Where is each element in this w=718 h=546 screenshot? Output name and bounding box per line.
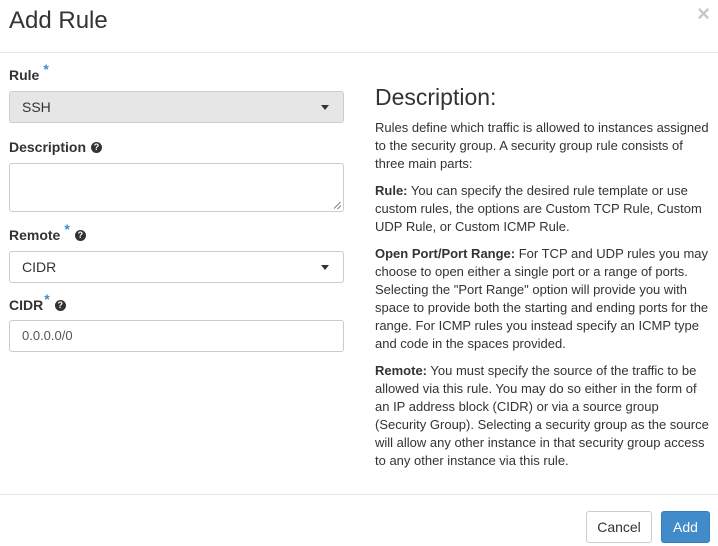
question-circle-icon[interactable]: ? [91,142,103,153]
question-circle-icon[interactable]: ? [54,300,66,311]
cidr-group: CIDR * ? 0.0.0.0/0 [9,291,344,352]
rule-label: Rule * [9,61,49,83]
required-mark: * [64,221,70,237]
remote-select-value: CIDR [22,259,57,275]
description-title: Description: [375,84,497,110]
close-icon[interactable]: × [697,3,710,25]
description-rule-paragraph: Rule: You can specify the desired rule t… [375,183,702,234]
rule-group: Rule * SSH [9,61,344,123]
question-circle-icon[interactable]: ? [74,230,86,241]
chevron-down-icon [321,265,329,270]
resize-grip-icon[interactable] [334,202,341,209]
description-group: Description ? [9,139,344,212]
description-panel: Description: Rules define which traffic … [375,84,710,479]
description-label: Description ? [9,139,344,155]
cidr-input[interactable]: 0.0.0.0/0 [9,320,344,352]
rule-select[interactable]: SSH [9,91,344,123]
add-rule-dialog: Add Rule × Rule * SSH Description ? Remo… [0,0,718,546]
remote-label: Remote * ? [9,221,344,243]
required-mark: * [44,291,50,307]
dialog-footer: Cancel Add [0,494,718,546]
dialog-header: Add Rule × [0,0,718,53]
cancel-button[interactable]: Cancel [586,511,652,543]
cidr-placeholder: 0.0.0.0/0 [22,328,73,343]
description-port-paragraph: Open Port/Port Range: For TCP and UDP ru… [375,246,709,351]
dialog-title: Add Rule [9,7,108,34]
description-remote-paragraph: Remote: You must specify the source of t… [375,363,709,468]
description-intro: Rules define which traffic is allowed to… [375,120,709,171]
chevron-down-icon [321,105,329,110]
remote-select[interactable]: CIDR [9,251,344,283]
add-button[interactable]: Add [661,511,710,543]
cidr-label: CIDR * ? [9,291,344,313]
required-mark: * [43,61,49,77]
description-textarea[interactable] [9,163,344,212]
rule-select-value: SSH [22,99,51,115]
remote-group: Remote * ? CIDR [9,221,344,283]
